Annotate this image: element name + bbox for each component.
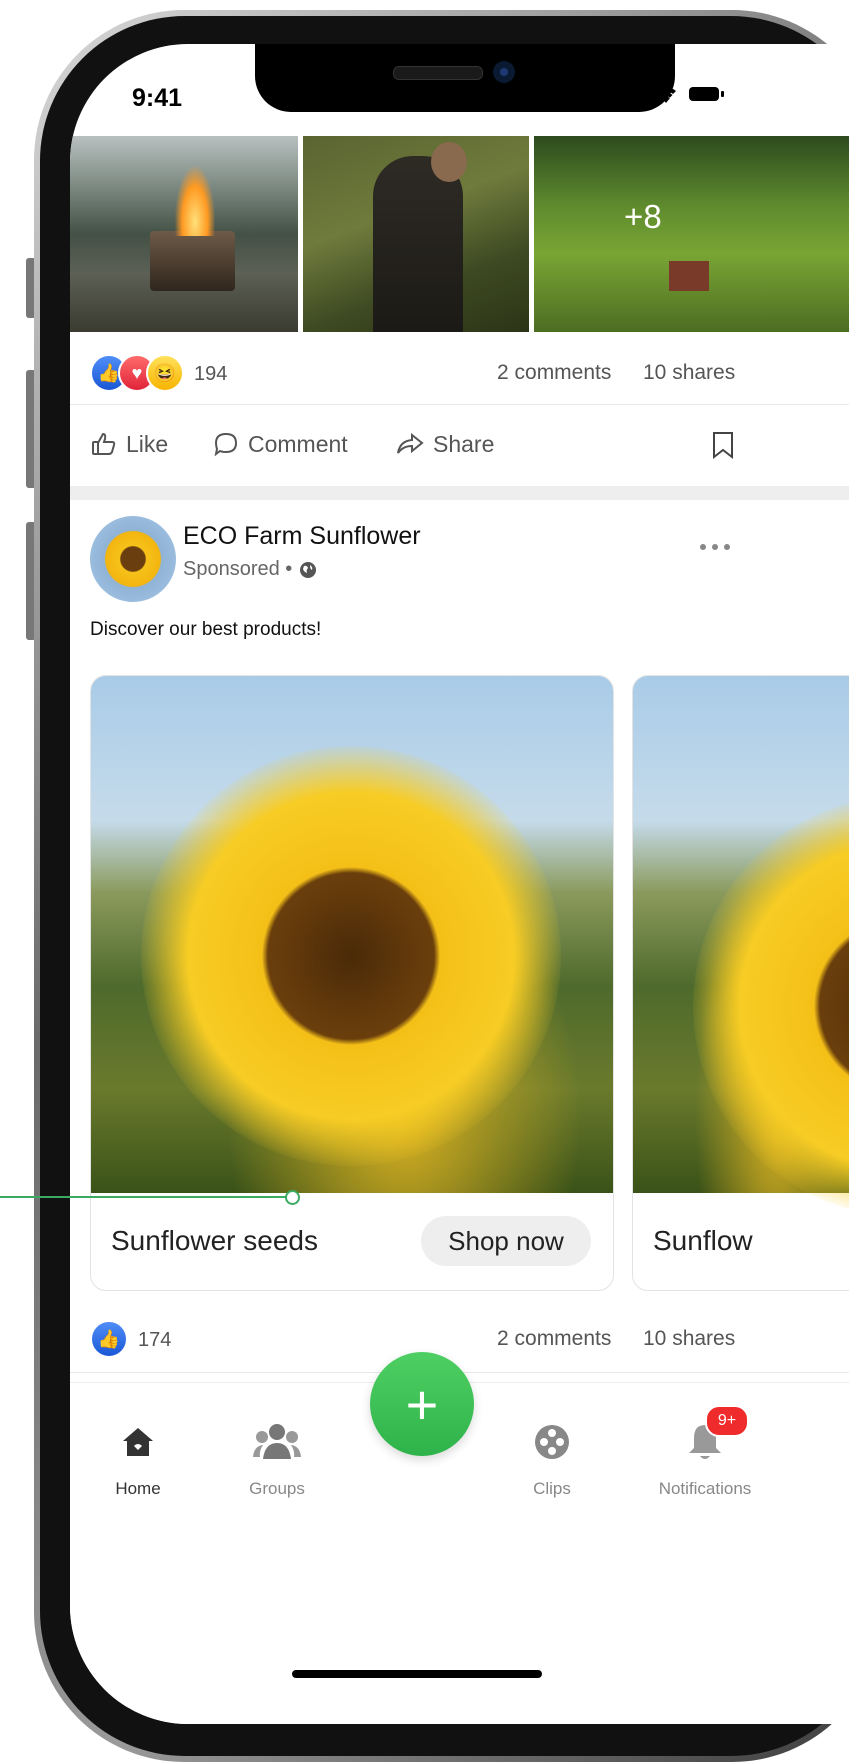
- home-icon: [123, 1428, 153, 1456]
- comments-count[interactable]: 2 comments: [497, 1327, 611, 1351]
- sunflower-image[interactable]: [633, 676, 849, 1216]
- haha-reaction-icon: 😆: [146, 354, 184, 392]
- more-photos-count: +8: [624, 198, 662, 235]
- post-text: Discover our best products!: [90, 619, 322, 640]
- card-footer: Sunflower seeds Shop now: [91, 1193, 613, 1290]
- nav-clips[interactable]: Clips: [497, 1421, 607, 1499]
- campfire-logs: [150, 231, 235, 291]
- clips-reel-icon: [535, 1425, 569, 1459]
- hiker-figure: [372, 156, 463, 332]
- comment-label: Comment: [248, 430, 348, 457]
- sunflower: [141, 746, 561, 1166]
- photo-hiker[interactable]: [302, 136, 530, 332]
- notch: [255, 44, 675, 112]
- farmhouse: [669, 261, 710, 291]
- hiker-head: [430, 142, 467, 182]
- nav-groups-label: Groups: [249, 1479, 305, 1498]
- status-time: 9:41: [132, 84, 183, 112]
- photo-farmland[interactable]: +8: [534, 136, 849, 332]
- battery-icon: [689, 87, 724, 101]
- front-camera: [493, 61, 515, 83]
- create-post-button[interactable]: +: [370, 1352, 474, 1456]
- globe-icon: [300, 561, 317, 578]
- photo-campfire[interactable]: [70, 136, 298, 332]
- page-name[interactable]: ECO Farm Sunflower: [183, 522, 421, 551]
- post1-reaction-summary: 👍 ♥ 😆 194 2 comments 10 shares: [70, 332, 849, 405]
- post-separator: [70, 486, 849, 500]
- thumbs-up-icon: [92, 432, 116, 455]
- like-label: Like: [126, 430, 169, 457]
- card-title: Sunflow: [653, 1225, 753, 1256]
- comment-bubble-icon: [214, 432, 238, 457]
- shop-now-button[interactable]: Shop now: [421, 1216, 591, 1266]
- card-footer: Sunflow: [633, 1193, 849, 1290]
- annotation-pointer-dot: [285, 1190, 300, 1205]
- like-reaction-icon: 👍: [90, 1320, 128, 1358]
- like-button[interactable]: Like: [90, 430, 168, 458]
- post1-action-bar: Like Comment Share: [70, 404, 849, 486]
- nav-home-label: Home: [115, 1479, 161, 1498]
- page-avatar[interactable]: [90, 516, 176, 602]
- photo-grid: +8: [70, 136, 849, 332]
- carousel-card[interactable]: Sunflow: [632, 675, 849, 1291]
- nav-home[interactable]: Home: [83, 1421, 193, 1499]
- nav-groups[interactable]: Groups: [222, 1421, 332, 1499]
- sponsored-label: Sponsored •: [183, 558, 293, 580]
- more-options-icon[interactable]: [700, 544, 730, 550]
- campfire-flame: [175, 166, 215, 236]
- nav-clips-label: Clips: [533, 1479, 571, 1498]
- post2-reaction-summary: 👍 174 2 comments 10 shares: [70, 1302, 849, 1373]
- shares-count[interactable]: 10 shares: [643, 361, 735, 385]
- comment-button[interactable]: Comment: [212, 430, 348, 458]
- sunflower: [693, 796, 849, 1216]
- shares-count[interactable]: 10 shares: [643, 1327, 735, 1351]
- nav-notifications[interactable]: 9+ Notifications: [635, 1405, 775, 1499]
- post-meta: Sponsored •: [183, 558, 317, 581]
- nav-notifications-label: Notifications: [658, 1479, 752, 1498]
- wifi-icon: [656, 87, 676, 103]
- earpiece-speaker: [393, 66, 483, 80]
- reaction-count[interactable]: 194: [194, 363, 227, 386]
- phone-screen: 9:41 +8 👍 ♥ 😆 194 2 comments 10 shares L…: [70, 44, 849, 1724]
- status-icons: [618, 84, 724, 104]
- card-title: Sunflower seeds: [111, 1225, 319, 1256]
- signal-icon: [618, 84, 643, 104]
- groups-icon: [253, 1424, 301, 1459]
- share-button[interactable]: Share: [395, 430, 494, 458]
- share-label: Share: [433, 430, 495, 457]
- annotation-pointer-line: [0, 1196, 287, 1198]
- bookmark-icon[interactable]: [710, 430, 736, 460]
- reaction-count[interactable]: 174: [138, 1329, 171, 1352]
- sunflower-image[interactable]: [91, 676, 613, 1193]
- home-indicator[interactable]: [292, 1670, 542, 1678]
- reaction-icons[interactable]: 👍 ♥ 😆: [90, 354, 184, 392]
- comments-count[interactable]: 2 comments: [497, 361, 611, 385]
- reaction-icons[interactable]: 👍: [90, 1320, 128, 1358]
- notifications-badge: 9+: [705, 1405, 749, 1437]
- carousel-card[interactable]: Sunflower seeds Shop now: [90, 675, 614, 1291]
- share-arrow-icon: [397, 432, 424, 454]
